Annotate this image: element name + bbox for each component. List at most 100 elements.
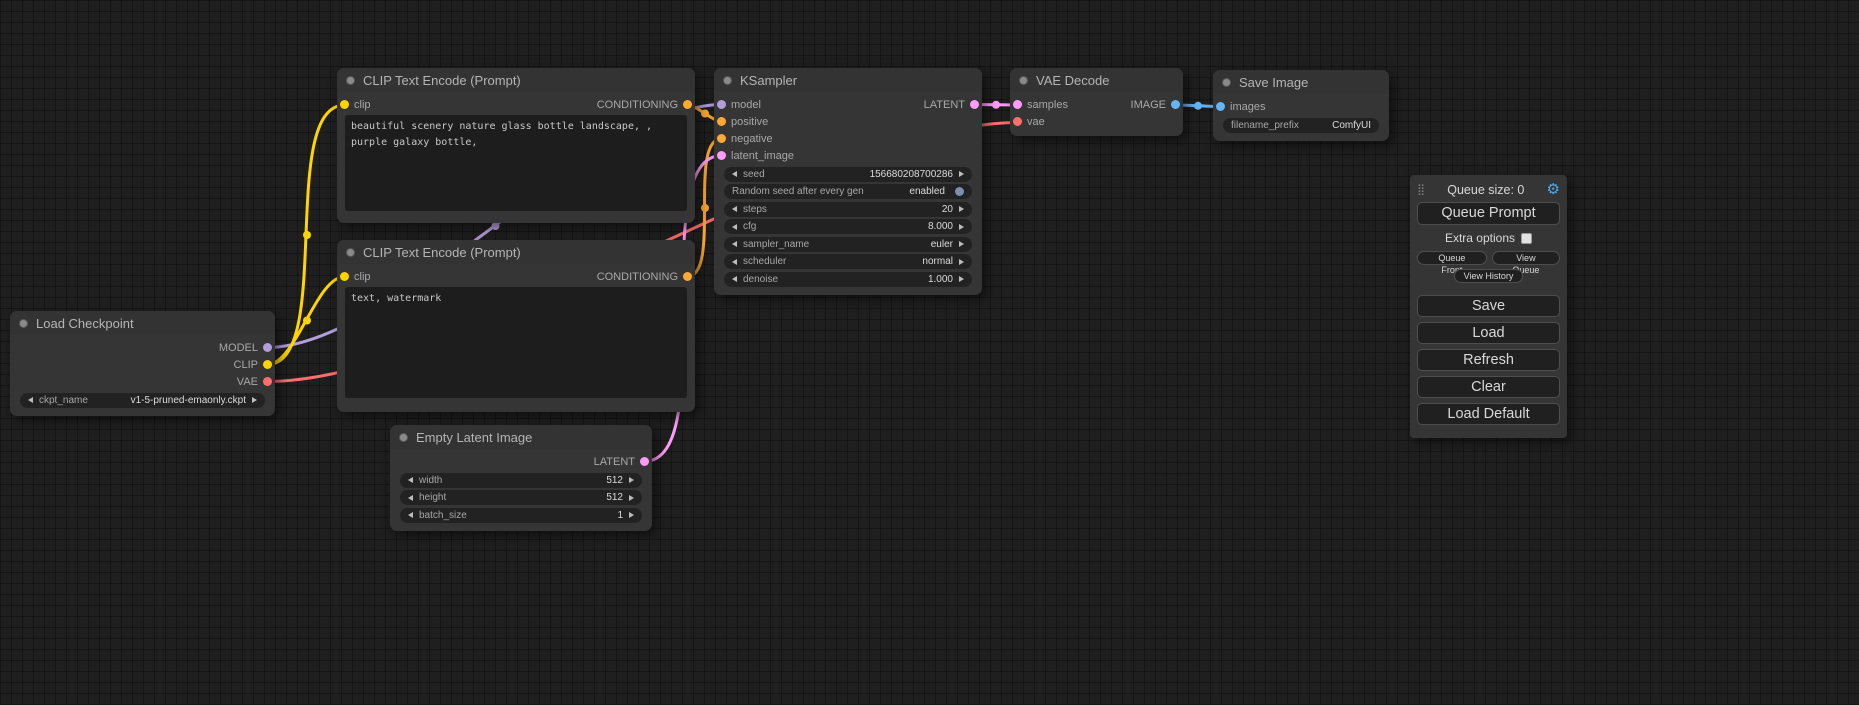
latent-port-dot[interactable]: [640, 457, 649, 466]
view-history-button[interactable]: View History: [1454, 269, 1524, 283]
increment-arrow-icon[interactable]: [629, 512, 634, 518]
node-title-bar[interactable]: CLIP Text Encode (Prompt): [337, 68, 695, 92]
output-port-image[interactable]: IMAGE: [1131, 99, 1180, 111]
vae-port-dot[interactable]: [1013, 117, 1022, 126]
collapse-dot-icon[interactable]: [346, 76, 355, 85]
latent-port-dot[interactable]: [970, 100, 979, 109]
collapse-dot-icon[interactable]: [346, 248, 355, 257]
conditioning-port-dot[interactable]: [717, 117, 726, 126]
input-port-vae[interactable]: vae: [1013, 116, 1045, 128]
widget-width[interactable]: width 512: [400, 473, 642, 488]
node-clip-text-encode-negative[interactable]: CLIP Text Encode (Prompt) clip CONDITION…: [337, 240, 695, 412]
output-port-clip[interactable]: CLIP: [234, 359, 272, 371]
widget-ckpt-name[interactable]: ckpt_name v1-5-pruned-emaonly.ckpt: [20, 393, 265, 408]
positive-prompt-textarea[interactable]: beautiful scenery nature glass bottle la…: [345, 115, 687, 211]
collapse-dot-icon[interactable]: [723, 76, 732, 85]
conditioning-port-dot[interactable]: [717, 134, 726, 143]
model-port-dot[interactable]: [263, 343, 272, 352]
widget-scheduler[interactable]: scheduler normal: [724, 254, 972, 269]
node-title-bar[interactable]: Empty Latent Image: [390, 425, 652, 449]
decrement-arrow-icon[interactable]: [732, 206, 737, 212]
toggle-knob-icon[interactable]: [955, 187, 964, 196]
output-port-model[interactable]: MODEL: [219, 342, 272, 354]
prev-value-arrow-icon[interactable]: [28, 397, 33, 403]
node-title-bar[interactable]: KSampler: [714, 68, 982, 92]
clip-port-dot[interactable]: [340, 100, 349, 109]
image-port-dot[interactable]: [1171, 100, 1180, 109]
clear-button[interactable]: Clear: [1417, 376, 1560, 398]
latent-port-dot[interactable]: [717, 151, 726, 160]
output-port-latent[interactable]: LATENT: [924, 99, 979, 111]
clip-port-dot[interactable]: [340, 272, 349, 281]
vae-port-dot[interactable]: [263, 377, 272, 386]
widget-sampler-name[interactable]: sampler_name euler: [724, 237, 972, 252]
node-title-bar[interactable]: Save Image: [1213, 70, 1389, 94]
input-port-samples[interactable]: samples: [1013, 99, 1068, 111]
negative-prompt-textarea[interactable]: text, watermark: [345, 287, 687, 398]
node-title-bar[interactable]: CLIP Text Encode (Prompt): [337, 240, 695, 264]
widget-steps[interactable]: steps 20: [724, 202, 972, 217]
decrement-arrow-icon[interactable]: [732, 224, 737, 230]
increment-arrow-icon[interactable]: [959, 224, 964, 230]
node-vae-decode[interactable]: VAE Decode samples IMAGE vae: [1010, 68, 1183, 136]
widget-seed[interactable]: seed 156680208700286: [724, 167, 972, 182]
view-queue-button[interactable]: View Queue: [1492, 251, 1560, 265]
model-port-dot[interactable]: [717, 100, 726, 109]
decrement-arrow-icon[interactable]: [732, 276, 737, 282]
decrement-arrow-icon[interactable]: [408, 477, 413, 483]
input-port-model[interactable]: model: [717, 99, 761, 111]
conditioning-port-dot[interactable]: [683, 100, 692, 109]
increment-arrow-icon[interactable]: [959, 206, 964, 212]
node-ksampler[interactable]: KSampler model LATENT positive: [714, 68, 982, 295]
widget-batch-size[interactable]: batch_size 1: [400, 508, 642, 523]
input-port-clip[interactable]: clip: [340, 99, 371, 111]
increment-arrow-icon[interactable]: [959, 171, 964, 177]
prev-value-arrow-icon[interactable]: [732, 241, 737, 247]
collapse-dot-icon[interactable]: [1222, 78, 1231, 87]
output-port-vae[interactable]: VAE: [237, 376, 272, 388]
extra-options-checkbox[interactable]: [1521, 233, 1532, 244]
node-empty-latent-image[interactable]: Empty Latent Image LATENT width 512 heig…: [390, 425, 652, 531]
node-title-bar[interactable]: VAE Decode: [1010, 68, 1183, 92]
queue-front-button[interactable]: Queue Front: [1417, 251, 1487, 265]
collapse-dot-icon[interactable]: [399, 433, 408, 442]
next-value-arrow-icon[interactable]: [959, 241, 964, 247]
next-value-arrow-icon[interactable]: [252, 397, 257, 403]
next-value-arrow-icon[interactable]: [959, 259, 964, 265]
node-title-bar[interactable]: Load Checkpoint: [10, 311, 275, 335]
collapse-dot-icon[interactable]: [19, 319, 28, 328]
input-port-negative[interactable]: negative: [717, 133, 773, 145]
decrement-arrow-icon[interactable]: [408, 495, 413, 501]
latent-port-dot[interactable]: [1013, 100, 1022, 109]
collapse-dot-icon[interactable]: [1019, 76, 1028, 85]
output-port-conditioning[interactable]: CONDITIONING: [597, 271, 692, 283]
image-port-dot[interactable]: [1216, 102, 1225, 111]
input-port-images[interactable]: images: [1216, 101, 1265, 113]
widget-cfg[interactable]: cfg 8.000: [724, 219, 972, 234]
output-port-latent[interactable]: LATENT: [594, 456, 649, 468]
graph-canvas[interactable]: Load Checkpoint MODEL CLIP VAE: [0, 0, 1859, 705]
refresh-button[interactable]: Refresh: [1417, 349, 1560, 371]
clip-port-dot[interactable]: [263, 360, 272, 369]
queue-prompt-button[interactable]: Queue Prompt: [1417, 202, 1560, 225]
input-port-clip[interactable]: clip: [340, 271, 371, 283]
node-clip-text-encode-positive[interactable]: CLIP Text Encode (Prompt) clip CONDITION…: [337, 68, 695, 223]
output-port-conditioning[interactable]: CONDITIONING: [597, 99, 692, 111]
increment-arrow-icon[interactable]: [959, 276, 964, 282]
increment-arrow-icon[interactable]: [629, 477, 634, 483]
drag-handle-icon[interactable]: ⣿: [1417, 183, 1425, 196]
load-button[interactable]: Load: [1417, 322, 1560, 344]
node-save-image[interactable]: Save Image images filename_prefix ComfyU…: [1213, 70, 1389, 141]
widget-filename-prefix[interactable]: filename_prefix ComfyUI: [1223, 118, 1379, 133]
input-port-positive[interactable]: positive: [717, 116, 768, 128]
settings-gear-icon[interactable]: ⚙: [1547, 182, 1560, 197]
decrement-arrow-icon[interactable]: [732, 171, 737, 177]
load-default-button[interactable]: Load Default: [1417, 403, 1560, 425]
decrement-arrow-icon[interactable]: [408, 512, 413, 518]
increment-arrow-icon[interactable]: [629, 495, 634, 501]
prev-value-arrow-icon[interactable]: [732, 259, 737, 265]
widget-height[interactable]: height 512: [400, 490, 642, 505]
widget-denoise[interactable]: denoise 1.000: [724, 272, 972, 287]
node-load-checkpoint[interactable]: Load Checkpoint MODEL CLIP VAE: [10, 311, 275, 416]
conditioning-port-dot[interactable]: [683, 272, 692, 281]
